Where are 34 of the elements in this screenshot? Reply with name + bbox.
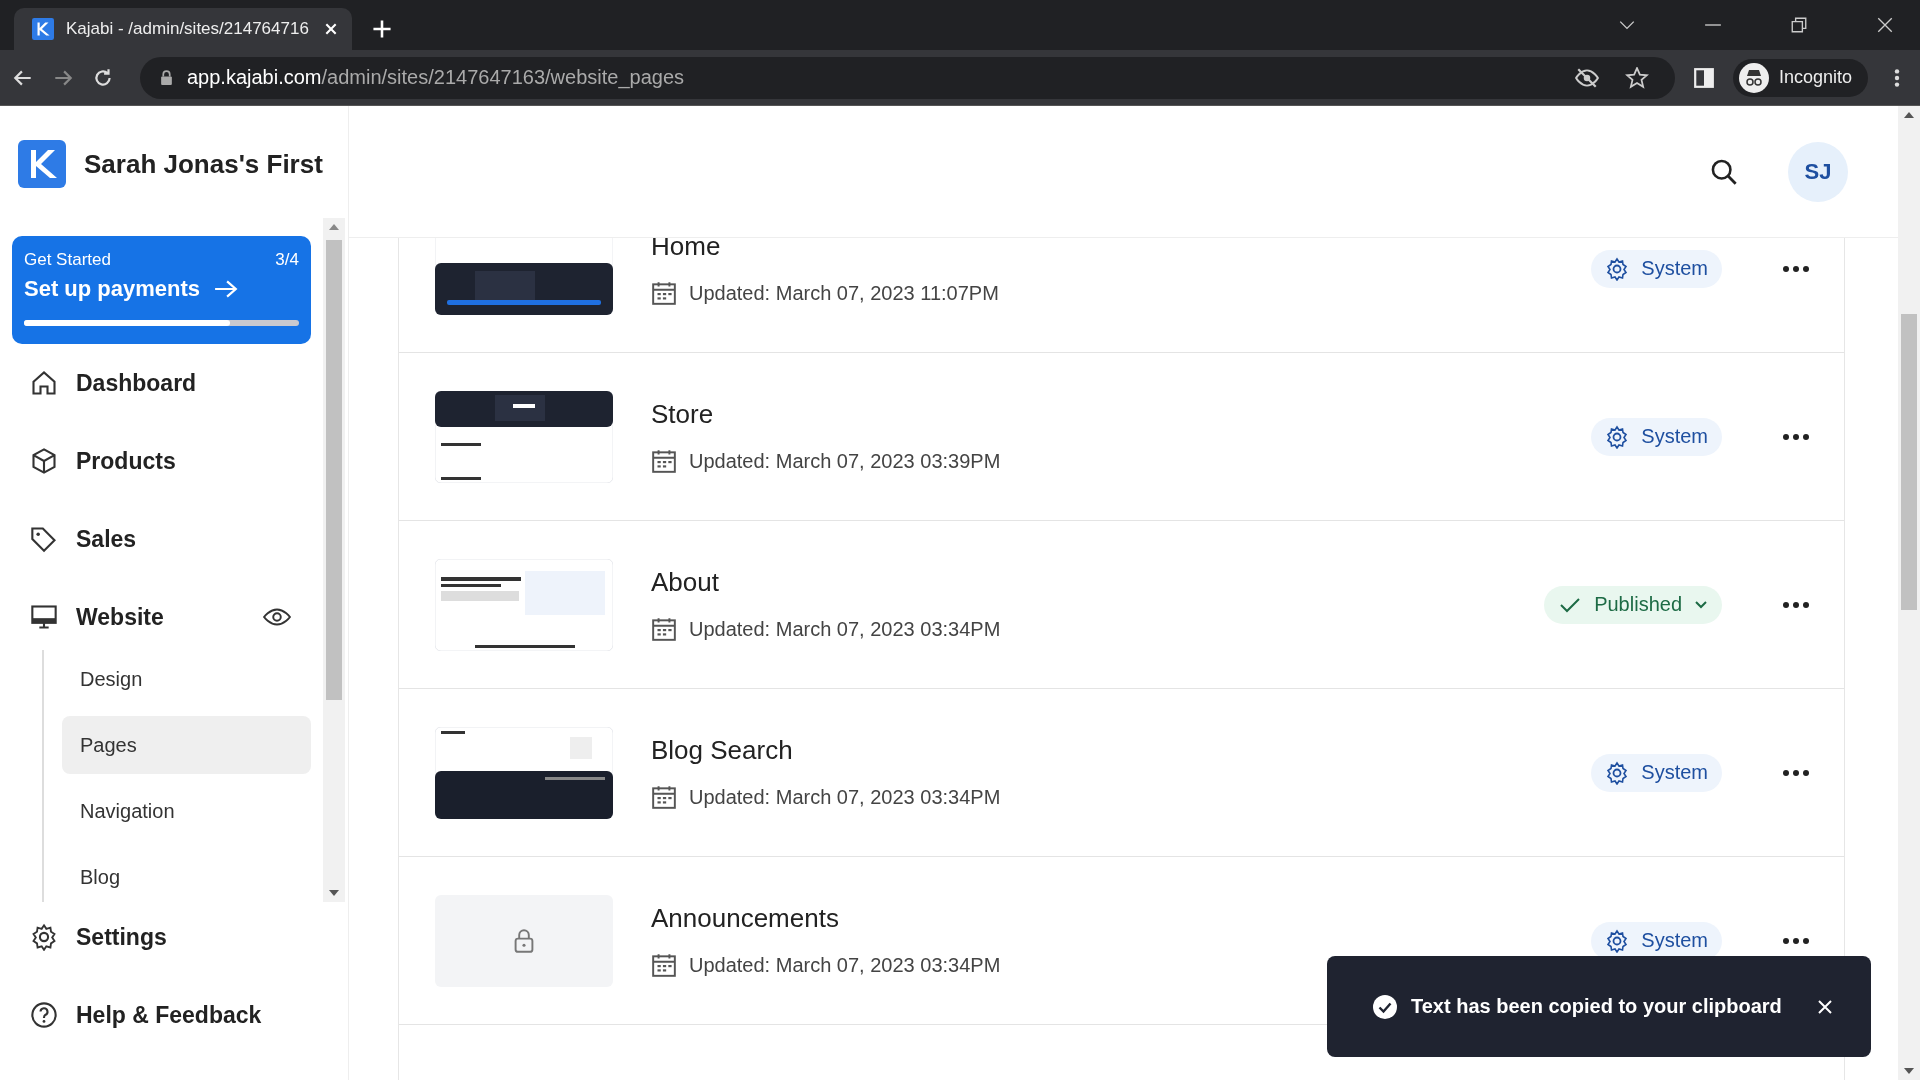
browser-tab[interactable]: Kajabi - /admin/sites/214764716 bbox=[14, 8, 352, 50]
subnav-item[interactable]: Navigation bbox=[62, 782, 311, 840]
url-path: /admin/sites/2147647163/website_pages bbox=[321, 66, 684, 89]
updated-date: Updated: March 07, 2023 03:34PM bbox=[689, 617, 1001, 641]
toast-message: Text has been copied to your clipboard bbox=[1411, 995, 1783, 1018]
next-step-title: Set up payments bbox=[24, 276, 201, 302]
subnav-item[interactable]: Pages bbox=[62, 716, 311, 774]
url-host: app.kajabi.com bbox=[187, 66, 322, 88]
status-label: System bbox=[1641, 257, 1708, 280]
status-label: System bbox=[1641, 425, 1708, 448]
get-started-card[interactable]: Get Started 3/4 Set up payments bbox=[12, 236, 311, 344]
get-started-label: Get Started bbox=[24, 250, 111, 270]
nav-item[interactable]: Help & Feedback bbox=[12, 976, 348, 1054]
updated-date: Updated: March 07, 2023 03:34PM bbox=[689, 785, 1001, 809]
status-dropdown[interactable]: Published bbox=[1544, 585, 1722, 624]
page-title[interactable]: About bbox=[651, 567, 719, 598]
page-title[interactable]: Blog Search bbox=[651, 735, 793, 766]
site-name: Sarah Jonas's First bbox=[84, 148, 323, 180]
nav-item[interactable]: Products bbox=[12, 422, 311, 500]
tab-title: Kajabi - /admin/sites/214764716 bbox=[66, 19, 310, 39]
updated-date: Updated: March 07, 2023 11:07PM bbox=[689, 281, 999, 305]
profile-button[interactable]: Incognito bbox=[1732, 58, 1868, 97]
address-bar[interactable]: app.kajabi.com/admin/sites/2147647163/website_pages bbox=[140, 56, 1675, 99]
nav-item[interactable]: Sales bbox=[12, 500, 311, 578]
updated-date: Updated: March 07, 2023 03:39PM bbox=[689, 449, 1001, 473]
updated-date: Updated: March 07, 2023 03:34PM bbox=[689, 953, 1001, 977]
progress-count: 3/4 bbox=[275, 250, 299, 270]
nav-item[interactable]: Dashboard bbox=[12, 344, 311, 422]
page-title[interactable]: Announcements bbox=[651, 903, 839, 934]
user-avatar[interactable]: SJ bbox=[1788, 141, 1848, 202]
status-label: System bbox=[1641, 761, 1708, 784]
page-title[interactable]: Store bbox=[651, 399, 714, 430]
status-label: System bbox=[1641, 929, 1708, 952]
page-title[interactable]: Home bbox=[651, 238, 721, 262]
